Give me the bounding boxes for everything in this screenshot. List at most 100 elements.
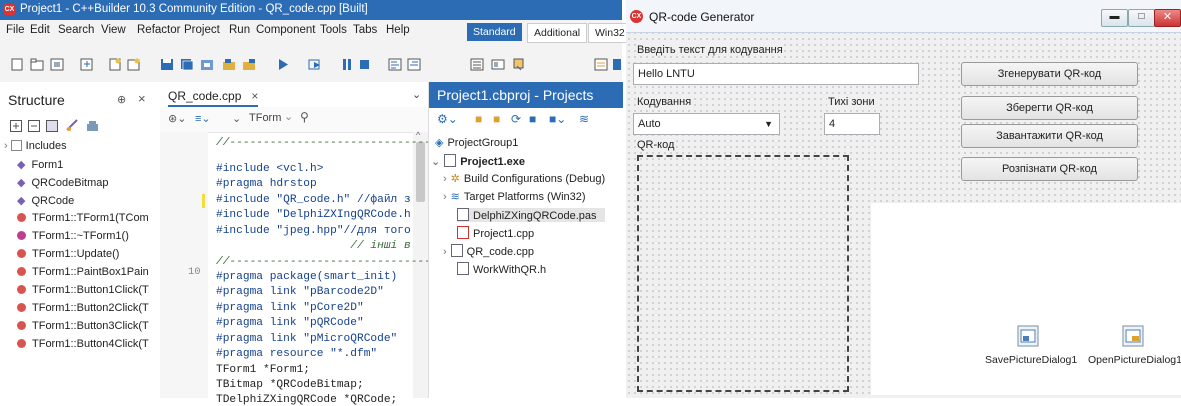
header-file-item[interactable]: WorkWithQR.h (457, 262, 546, 276)
scope-dropdown-icon[interactable]: ⌄ (232, 112, 241, 125)
qr-code-cpp-item[interactable]: › QR_code.cpp (443, 244, 534, 258)
sync-icon[interactable]: ⟳ (511, 112, 521, 126)
collapse-all-icon[interactable] (28, 120, 40, 132)
editor-tabs-dropdown-icon[interactable]: ⌄ (412, 88, 421, 101)
minimize-icon[interactable]: ▬ (1101, 9, 1128, 27)
code-line[interactable]: #include "jpeg.hpp"//для того (216, 225, 411, 237)
structure-item-button3click[interactable]: TForm1::Button3Click(T (17, 320, 167, 332)
open-file-icon[interactable] (30, 58, 44, 71)
add-to-project-icon[interactable] (222, 58, 236, 71)
collapse-chevron-icon[interactable]: › (443, 191, 447, 203)
close-icon[interactable]: × (138, 91, 146, 106)
palette-tab-additional[interactable]: Additional (527, 23, 588, 43)
quiet-zone-input[interactable]: 4 (824, 113, 880, 135)
checklist-component-icon[interactable] (513, 58, 527, 71)
structure-item-paintbox1paint[interactable]: TForm1::PaintBox1Pain (17, 266, 167, 278)
menu-search[interactable]: Search (58, 24, 94, 36)
code-line[interactable]: #pragma package(smart_init) (216, 271, 397, 283)
save-all-icon[interactable] (180, 58, 194, 71)
project-exe-item[interactable]: ⌄ Project1.exe (431, 154, 525, 168)
projects-toolbar-icon[interactable]: ⚙⌄ (437, 112, 458, 126)
pause-icon[interactable] (340, 58, 354, 71)
generate-qr-button[interactable]: Згенерувати QR-код (961, 62, 1138, 86)
filter-icon[interactable] (66, 119, 79, 132)
project-cpp-item[interactable]: Project1.cpp (457, 226, 534, 240)
load-qr-button[interactable]: Завантажити QR-код (961, 124, 1138, 148)
expand-chevron-icon[interactable]: ⌄ (431, 156, 440, 168)
close-icon[interactable]: ✕ (1154, 9, 1181, 27)
structure-item-qrcode[interactable]: ◆ QRCode (17, 194, 167, 207)
menu-refactor[interactable]: Refactor (137, 24, 180, 36)
scope-chevron-icon[interactable]: ⌄ (284, 110, 293, 123)
dropdown-arrow-icon[interactable]: ▼ (764, 114, 773, 134)
reopen-icon[interactable] (80, 58, 94, 71)
expand-all-icon[interactable] (10, 120, 22, 132)
qr-paintbox[interactable] (637, 155, 849, 392)
palette-tab-standard[interactable]: Standard (467, 23, 522, 41)
align-right-icon[interactable] (407, 58, 421, 71)
align-left-icon[interactable] (388, 58, 402, 71)
structure-item-button2click[interactable]: TForm1::Button2Click(T (17, 302, 167, 314)
maximize-icon[interactable]: □ (1128, 9, 1155, 27)
menu-file[interactable]: File (6, 24, 25, 36)
structure-item-destructor[interactable]: TForm1::~TForm1() (17, 230, 167, 242)
code-line[interactable]: TBitmap *QRCodeBitmap; (216, 379, 364, 391)
sort-icon[interactable] (46, 120, 58, 132)
image-panel[interactable] (871, 203, 1181, 395)
decode-qr-button[interactable]: Розпізнати QR-код (961, 157, 1138, 181)
structure-item-button1click[interactable]: TForm1::Button1Click(T (17, 284, 167, 296)
add-project-icon[interactable]: ■ (475, 112, 482, 126)
method-selector-icon[interactable]: ≡⌄ (195, 112, 211, 125)
checkbox-component-icon[interactable] (612, 58, 626, 71)
save-icon[interactable] (160, 58, 174, 71)
close-tab-icon[interactable]: × (251, 89, 258, 103)
code-line[interactable]: TForm1 *Form1; (216, 364, 310, 376)
build-icon[interactable]: ■ (529, 112, 536, 126)
code-line[interactable]: #pragma link "pMicroQRCode" (216, 333, 397, 345)
code-line[interactable]: #pragma resource "*.dfm" (216, 348, 377, 360)
menu-run[interactable]: Run (229, 24, 250, 36)
code-line[interactable]: #include "QR_code.h" //файл з (216, 194, 411, 206)
target-platforms-item[interactable]: › ≋ Target Platforms (Win32) (443, 190, 586, 203)
structure-item-constructor[interactable]: TForm1::TForm1(TCom (17, 212, 167, 224)
scope-selector[interactable]: TForm (249, 112, 281, 124)
build-configurations-item[interactable]: › ✲ Build Configurations (Debug) (443, 172, 605, 185)
save-qr-button[interactable]: Зберегти QR-код (961, 96, 1138, 120)
project-group-item[interactable]: ◈ ProjectGroup1 (435, 136, 518, 149)
open-picture-dialog-icon[interactable] (1122, 325, 1144, 347)
menu-project[interactable]: Project (184, 24, 220, 36)
structure-item-qrcodebitmap[interactable]: ◆ QRCodeBitmap (17, 176, 167, 189)
open-folder-icon[interactable] (200, 58, 214, 71)
menu-view[interactable]: View (101, 24, 126, 36)
class-selector-icon[interactable]: ⊛⌄ (168, 112, 186, 125)
menu-tools[interactable]: Tools (320, 24, 347, 36)
button-component-icon[interactable] (594, 58, 608, 71)
code-line[interactable]: #pragma link "pBarcode2D" (216, 286, 384, 298)
structure-item-form1[interactable]: ◆ Form1 (17, 158, 167, 171)
code-line[interactable]: #pragma link "pCore2D" (216, 302, 364, 314)
pas-file-item[interactable]: DelphiZXingQRCode.pas (457, 208, 605, 222)
save-picture-dialog-icon[interactable] (1017, 325, 1039, 347)
new-form-icon[interactable] (127, 58, 141, 71)
code-line[interactable]: #pragma link "pQRCode" (216, 317, 364, 329)
code-line[interactable]: TDelphiZXingQRCode *QRCode; (216, 394, 397, 406)
tab-qr-code-cpp[interactable]: QR_code.cpp × (168, 89, 259, 107)
open-project-icon[interactable] (50, 58, 64, 71)
menu-tabs[interactable]: Tabs (353, 24, 377, 36)
menu-help[interactable]: Help (386, 24, 410, 36)
search-icon[interactable]: ⚲ (300, 110, 309, 124)
new-unit-icon[interactable] (108, 58, 122, 71)
stop-icon[interactable] (358, 58, 372, 71)
code-line[interactable]: #include <vcl.h> (216, 163, 323, 175)
menu-component[interactable]: Component (256, 24, 315, 36)
structure-item-includes[interactable]: › Includes (4, 140, 154, 152)
run-without-debug-icon[interactable] (308, 58, 322, 71)
code-line[interactable]: #include "DelphiZXIngQRCode.h (216, 209, 411, 221)
memo-component-icon[interactable] (470, 58, 484, 71)
structure-item-update[interactable]: TForm1::Update() (17, 248, 167, 260)
options-icon[interactable]: ■⌄ (549, 112, 566, 126)
new-file-icon[interactable] (10, 58, 24, 71)
encoding-select[interactable]: Auto ▼ (633, 113, 780, 135)
pin-icon[interactable]: ⊕ (117, 93, 126, 106)
run-icon[interactable] (276, 58, 290, 71)
